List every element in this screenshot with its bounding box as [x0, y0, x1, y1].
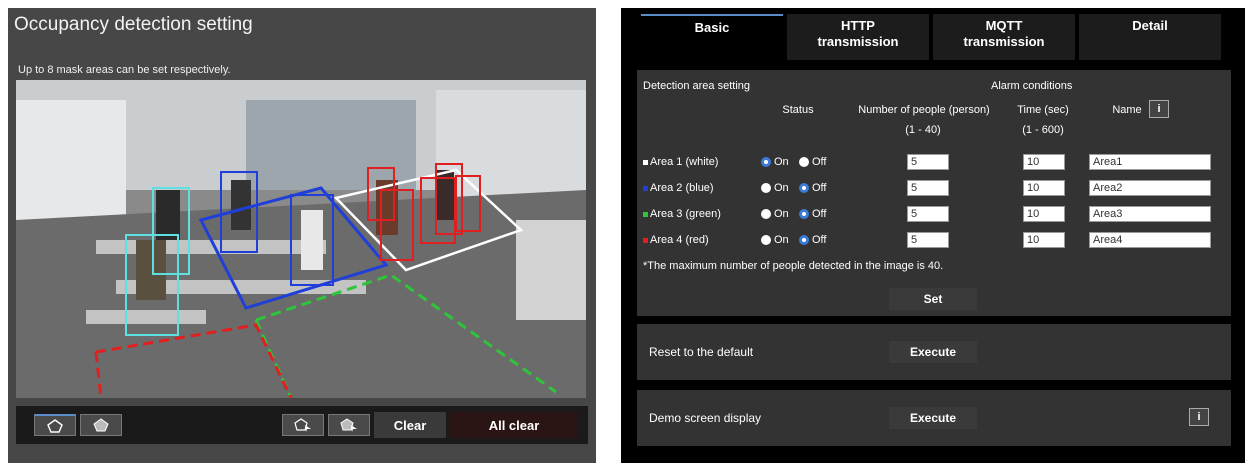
polygon-pointer-icon	[294, 418, 311, 432]
name-header: Name	[1112, 104, 1142, 116]
name-input[interactable]: Area1	[1089, 154, 1211, 170]
detection-area-panel: Detection area setting Alarm conditions …	[637, 70, 1231, 316]
people-input[interactable]: 5	[907, 154, 949, 170]
tab-label: HTTP transmission	[817, 18, 899, 49]
radio-label: On	[774, 182, 789, 194]
status-on-radio[interactable]: On	[761, 208, 789, 220]
radio-label: Off	[812, 208, 827, 220]
reset-section: Reset to the default Execute	[637, 324, 1231, 380]
tab-mqtt-transmission[interactable]: MQTT transmission	[933, 14, 1075, 60]
mask-hint: Up to 8 mask areas can be set respective…	[18, 64, 231, 76]
radio-selected-icon	[761, 157, 771, 167]
radio-unselected-icon	[761, 183, 771, 193]
name-info-button[interactable]: i	[1149, 100, 1169, 118]
area-color-swatch	[643, 237, 648, 243]
demo-execute-button[interactable]: Execute	[889, 407, 977, 429]
demo-info-button[interactable]: i	[1189, 408, 1209, 426]
area-label: Area 2 (blue)	[643, 182, 714, 194]
status-header: Status	[782, 104, 814, 116]
name-input[interactable]: Area2	[1089, 180, 1211, 196]
drawing-toolbar: Clear All clear	[16, 406, 588, 444]
reset-execute-button[interactable]: Execute	[889, 341, 977, 363]
draw-polygon-button[interactable]	[34, 414, 76, 436]
camera-panel: Occupancy detection setting Up to 8 mask…	[8, 8, 596, 463]
page-title: Occupancy detection setting	[14, 14, 253, 35]
area-label-text: Area 2 (blue)	[650, 182, 714, 194]
area-label-text: Area 3 (green)	[650, 208, 721, 220]
area-label: Area 3 (green)	[643, 208, 721, 220]
status-on-radio[interactable]: On	[761, 234, 789, 246]
select-polygon-button[interactable]	[282, 414, 324, 436]
people-input[interactable]: 5	[907, 206, 949, 222]
demo-section: Demo screen display Execute i	[637, 390, 1231, 446]
radio-label: On	[774, 208, 789, 220]
camera-view[interactable]	[16, 80, 586, 398]
polygon-filled-icon	[93, 418, 109, 432]
tab-label: MQTT transmission	[963, 18, 1045, 49]
status-on-radio[interactable]: On	[761, 156, 789, 168]
select-mask-button[interactable]	[328, 414, 370, 436]
radio-unselected-icon	[799, 157, 809, 167]
tab-basic[interactable]: Basic	[641, 14, 783, 60]
radio-selected-icon	[799, 235, 809, 245]
polygon-outline-icon	[47, 418, 63, 433]
demo-label: Demo screen display	[649, 411, 762, 425]
area-color-swatch	[643, 185, 648, 191]
time-input[interactable]: 10	[1023, 180, 1065, 196]
radio-label: Off	[812, 182, 827, 194]
area-label: Area 4 (red)	[643, 234, 709, 246]
info-icon: i	[1197, 411, 1201, 423]
time-input[interactable]: 10	[1023, 232, 1065, 248]
section-label: Detection area setting	[643, 80, 751, 92]
area-label-text: Area 4 (red)	[650, 234, 709, 246]
time-input[interactable]: 10	[1023, 206, 1065, 222]
tab-detail[interactable]: Detail	[1079, 14, 1221, 60]
camera-image	[16, 80, 586, 398]
status-on-radio[interactable]: On	[761, 182, 789, 194]
time-input[interactable]: 10	[1023, 154, 1065, 170]
radio-label: On	[774, 234, 789, 246]
status-off-radio[interactable]: Off	[799, 156, 826, 168]
area-color-swatch	[643, 159, 648, 165]
area-label-text: Area 1 (white)	[650, 156, 719, 168]
radio-label: On	[774, 156, 789, 168]
radio-selected-icon	[799, 183, 809, 193]
status-off-radio[interactable]: Off	[799, 234, 826, 246]
reset-label: Reset to the default	[649, 345, 754, 359]
area-label: Area 1 (white)	[643, 156, 718, 168]
draw-mask-button[interactable]	[80, 414, 122, 436]
area-color-swatch	[643, 211, 648, 217]
people-input[interactable]: 5	[907, 232, 949, 248]
radio-unselected-icon	[761, 235, 771, 245]
mask-pointer-icon	[340, 418, 357, 432]
radio-label: Off	[812, 234, 827, 246]
max-people-note: *The maximum number of people detected i…	[643, 260, 944, 272]
settings-panel: Basic HTTP transmission MQTT transmissio…	[621, 8, 1245, 463]
people-range: (1 - 40)	[905, 124, 941, 136]
alarm-conditions-label: Alarm conditions	[991, 80, 1073, 92]
name-input[interactable]: Area3	[1089, 206, 1211, 222]
info-icon: i	[1157, 103, 1161, 115]
status-off-radio[interactable]: Off	[799, 208, 826, 220]
tab-http-transmission[interactable]: HTTP transmission	[787, 14, 929, 60]
radio-selected-icon	[799, 209, 809, 219]
people-input[interactable]: 5	[907, 180, 949, 196]
people-header: Number of people (person)	[858, 104, 990, 116]
all-clear-button[interactable]: All clear	[450, 412, 578, 438]
radio-unselected-icon	[761, 209, 771, 219]
time-header: Time (sec)	[1017, 104, 1069, 116]
set-button[interactable]: Set	[889, 288, 977, 310]
status-off-radio[interactable]: Off	[799, 182, 826, 194]
time-range: (1 - 600)	[1022, 124, 1064, 136]
clear-button[interactable]: Clear	[374, 412, 446, 438]
radio-label: Off	[812, 156, 827, 168]
name-input[interactable]: Area4	[1089, 232, 1211, 248]
